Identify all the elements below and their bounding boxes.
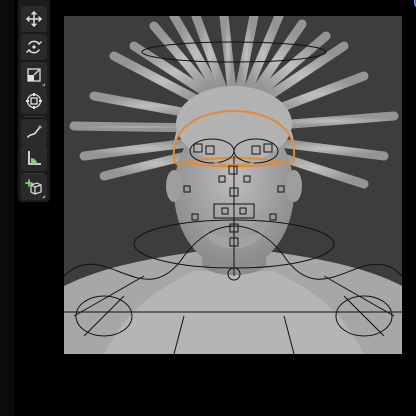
- move-tool-button[interactable]: [21, 6, 47, 32]
- rotate-tool-button[interactable]: [21, 34, 47, 60]
- measure-tool-button[interactable]: [21, 145, 47, 171]
- transform-tool-button[interactable]: [21, 88, 47, 114]
- annotate-tool-button[interactable]: [21, 119, 47, 145]
- transform-icon: [26, 93, 42, 109]
- character-rig-render: [64, 16, 402, 354]
- measure-icon: [28, 151, 41, 165]
- 3d-viewport[interactable]: [64, 16, 402, 354]
- add-cube-icon: [25, 179, 42, 195]
- scale-tool-button[interactable]: [21, 62, 47, 88]
- add-cube-tool-button[interactable]: [21, 174, 47, 200]
- move-icon: [25, 10, 43, 28]
- annotate-icon: [27, 125, 42, 138]
- scale-icon: [27, 68, 41, 82]
- tool-shelf: [18, 0, 416, 202]
- left-panel-edge: [0, 0, 14, 416]
- rotate-icon: [26, 40, 42, 54]
